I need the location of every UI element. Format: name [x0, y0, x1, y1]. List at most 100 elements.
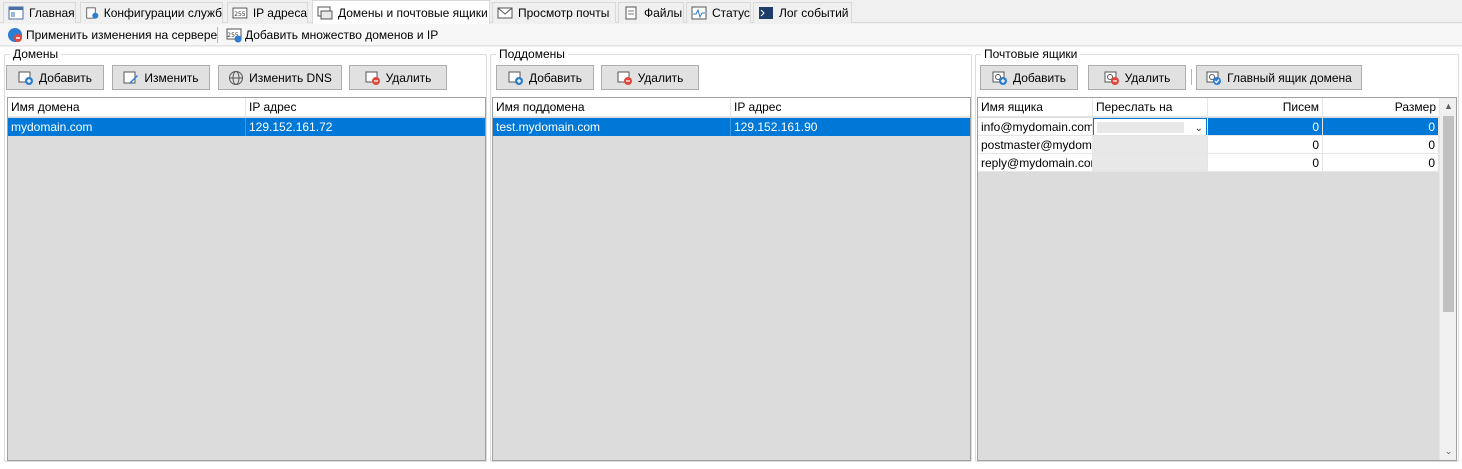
delete-subdomain-icon: [617, 71, 632, 85]
edit-domain-label: Изменить: [144, 70, 199, 85]
table-row[interactable]: mydomain.com 129.152.161.72: [8, 118, 485, 136]
column-header-domain-name[interactable]: Имя домена: [8, 98, 246, 117]
column-header-subdomain-name[interactable]: Имя поддомена: [493, 98, 731, 117]
column-header-size[interactable]: Размер: [1323, 98, 1439, 117]
scroll-down-icon[interactable]: ⌄: [1440, 443, 1456, 460]
tab-status[interactable]: Статус: [686, 2, 751, 23]
scrollbar-thumb[interactable]: [1443, 116, 1454, 312]
scroll-up-icon[interactable]: ▲: [1440, 98, 1456, 115]
delete-domain-button[interactable]: Удалить: [349, 65, 447, 90]
delete-subdomain-label: Удалить: [637, 70, 684, 85]
add-many-domains-button[interactable]: 255 Добавить множество доменов и IP: [226, 26, 438, 44]
forward-to-cell[interactable]: [1093, 136, 1208, 154]
subdomains-grid-header: Имя поддомена IP адрес: [493, 98, 970, 117]
letters-cell: 0: [1208, 136, 1323, 154]
tab-label: Домены и почтовые ящики: [338, 5, 488, 20]
add-subdomain-icon: [508, 71, 523, 85]
column-header-ip[interactable]: IP адрес: [731, 98, 970, 117]
domain-name-cell: mydomain.com: [8, 118, 246, 136]
files-icon: [625, 6, 637, 20]
domains-grid-header: Имя домена IP адрес: [8, 98, 485, 117]
mailbox-name-cell: postmaster@mydomain.com: [978, 136, 1093, 154]
tab-files[interactable]: Файлы: [618, 2, 684, 23]
mailboxes-scrollbar[interactable]: ▲ ⌄: [1439, 98, 1456, 460]
add-mailbox-label: Добавить: [1012, 70, 1067, 85]
tab-label: Главная: [29, 6, 75, 20]
home-window-icon: [8, 6, 24, 20]
tab-label: Конфигурации служб: [103, 6, 222, 20]
ip-address-icon: 255: [232, 7, 248, 19]
forward-to-cell[interactable]: ⌄: [1093, 118, 1208, 136]
add-many-domains-icon: 255: [226, 28, 242, 43]
tab-label: Просмотр почты: [518, 6, 610, 20]
toolbar: Применить изменения на сервере 255 Добав…: [0, 24, 1462, 46]
main-mailbox-label: Главный ящик домена: [1227, 70, 1352, 85]
apply-changes-button[interactable]: Применить изменения на сервере: [7, 26, 217, 44]
size-cell: 0: [1323, 154, 1439, 172]
tab-label: IP адреса: [252, 6, 307, 20]
tab-label: Файлы: [644, 6, 683, 20]
table-row[interactable]: reply@mydomain.com 0 0: [978, 154, 1439, 172]
table-row[interactable]: info@mydomain.com ⌄ 0 0: [978, 118, 1439, 136]
mailboxes-grid[interactable]: Имя ящика Переслать на Писем Размер info…: [977, 97, 1457, 461]
column-header-mailbox-name[interactable]: Имя ящика: [978, 98, 1093, 117]
apply-server-icon: [8, 28, 22, 42]
subdomain-ip-cell: 129.152.161.90: [734, 120, 818, 134]
delete-domain-label: Удалить: [385, 70, 432, 85]
add-mailbox-button[interactable]: Добавить: [980, 65, 1078, 90]
table-row[interactable]: test.mydomain.com 129.152.161.90: [493, 118, 970, 136]
mailbox-name-cell: reply@mydomain.com: [978, 154, 1093, 172]
subdomains-grid[interactable]: Имя поддомена IP адрес test.mydomain.com…: [492, 97, 971, 461]
forward-to-dropdown[interactable]: ⌄: [1093, 118, 1207, 135]
delete-mailbox-icon: [1104, 71, 1119, 85]
domains-group-title: Домены: [10, 47, 62, 61]
delete-mailbox-label: Удалить: [1124, 70, 1171, 85]
size-cell: 0: [1323, 118, 1439, 136]
column-header-letters[interactable]: Писем: [1208, 98, 1323, 117]
toolbar-separator: [217, 27, 218, 43]
mailboxes-group-title: Почтовые ящики: [981, 47, 1081, 61]
tab-ip-addresses[interactable]: 255 IP адреса: [227, 2, 308, 23]
size-cell: 0: [1323, 136, 1439, 154]
main-mailbox-icon: [1206, 71, 1222, 85]
delete-subdomain-button[interactable]: Удалить: [601, 65, 699, 90]
edit-dns-label: Изменить DNS: [249, 70, 332, 85]
tab-strip: Главная Конфигурации служб 255 IP адреса…: [0, 0, 1462, 24]
add-domain-button[interactable]: Добавить: [6, 65, 104, 90]
table-row[interactable]: postmaster@mydomain.com 0 0: [978, 136, 1439, 154]
domains-mailboxes-icon: [317, 6, 333, 19]
domains-grid[interactable]: Имя домена IP адрес mydomain.com 129.152…: [7, 97, 486, 461]
tab-view-mail[interactable]: Просмотр почты: [492, 2, 616, 23]
subdomain-name-cell: test.mydomain.com: [493, 118, 731, 136]
tab-home[interactable]: Главная: [3, 2, 76, 23]
main-mailbox-button[interactable]: Главный ящик домена: [1196, 65, 1362, 90]
edit-pencil-icon: [123, 71, 139, 84]
domains-group: Домены Добавить Изменить Изменить DNS Уд…: [4, 47, 487, 462]
svg-text:255: 255: [234, 11, 246, 18]
forward-to-cell[interactable]: [1093, 154, 1208, 172]
column-header-ip[interactable]: IP адрес: [246, 98, 485, 117]
column-header-forward-to[interactable]: Переслать на: [1093, 98, 1208, 117]
tab-event-log[interactable]: Лог событий: [753, 2, 852, 23]
delete-mailbox-button[interactable]: Удалить: [1088, 65, 1186, 90]
subdomains-group-title: Поддомены: [496, 47, 568, 61]
event-log-icon: [759, 7, 773, 19]
add-many-domains-label: Добавить множество доменов и IP: [245, 28, 439, 42]
add-domain-icon: [18, 71, 33, 85]
add-subdomain-button[interactable]: Добавить: [496, 65, 594, 90]
edit-domain-button[interactable]: Изменить: [112, 65, 210, 90]
chevron-down-icon[interactable]: ⌄: [1195, 120, 1203, 135]
tab-domains-mailboxes[interactable]: Домены и почтовые ящики: [312, 0, 490, 24]
tab-label: Статус: [712, 6, 750, 20]
edit-dns-button[interactable]: Изменить DNS: [218, 65, 342, 90]
envelope-icon: [497, 7, 513, 19]
add-mailbox-icon: [992, 71, 1007, 85]
apply-changes-label: Применить изменения на сервере: [26, 28, 218, 42]
letters-cell: 0: [1208, 154, 1323, 172]
subdomains-group: Поддомены Добавить Удалить Имя поддомена…: [490, 47, 972, 462]
status-pulse-icon: [691, 6, 707, 20]
tab-services-config[interactable]: Конфигурации служб: [80, 2, 223, 23]
button-separator: [1191, 69, 1192, 85]
globe-icon: [229, 70, 244, 85]
mailbox-name-cell: info@mydomain.com: [978, 118, 1093, 136]
